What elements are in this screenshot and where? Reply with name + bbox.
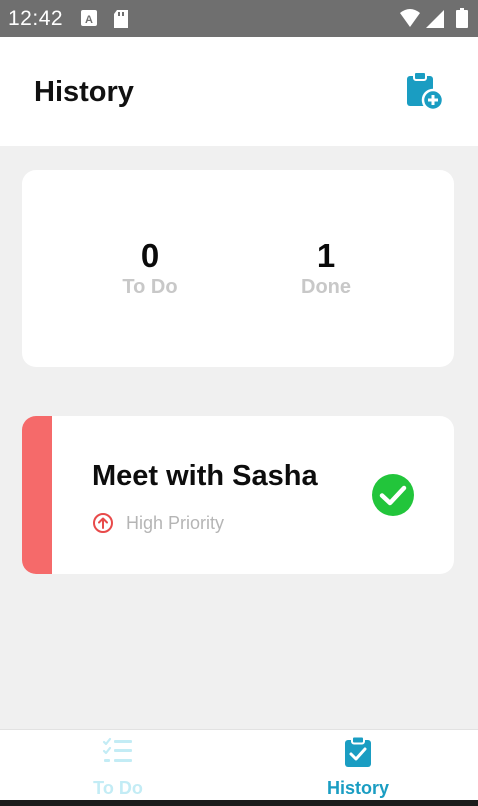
- battery-icon: [456, 8, 468, 28]
- checklist-icon: [102, 737, 132, 762]
- status-time: 12:42: [8, 7, 64, 30]
- nav-label-history: History: [326, 778, 389, 798]
- bottom-navigation: To Do History: [0, 729, 478, 801]
- nav-label-todo: To Do: [93, 778, 143, 798]
- wifi-icon: [400, 9, 420, 27]
- done-stat: 1 Done: [256, 236, 396, 299]
- clipboard-plus-icon: [407, 71, 445, 112]
- clipboard-check-icon: [345, 736, 371, 767]
- app-header: History: [0, 37, 478, 146]
- arrow-up-circle-icon: [93, 513, 113, 533]
- page-title: History: [34, 76, 134, 108]
- system-nav-strip: [0, 800, 478, 806]
- priority-row: High Priority: [92, 511, 224, 535]
- task-card[interactable]: Meet with Sasha High Priority: [22, 416, 454, 574]
- todo-label: To Do: [122, 276, 178, 298]
- keyboard-notification-icon: A: [81, 10, 97, 26]
- summary-card: 0 To Do 1 Done: [22, 170, 454, 367]
- todo-stat: 0 To Do: [80, 236, 220, 299]
- svg-text:A: A: [85, 14, 93, 26]
- check-circle-icon: [372, 474, 414, 516]
- status-bar: 12:42 A: [0, 0, 478, 37]
- done-count: 1: [316, 237, 336, 274]
- task-title: Meet with Sasha: [92, 460, 318, 492]
- priority-label: High Priority: [126, 512, 225, 533]
- nav-tab-history[interactable]: History: [278, 730, 438, 801]
- todo-count: 0: [140, 237, 160, 274]
- done-label: Done: [301, 276, 351, 298]
- done-check-button[interactable]: [371, 473, 415, 517]
- add-task-button[interactable]: [404, 71, 446, 113]
- priority-color-bar: [22, 416, 52, 574]
- sd-card-icon: [114, 10, 128, 28]
- nav-tab-todo[interactable]: To Do: [38, 730, 198, 801]
- signal-icon: [426, 10, 444, 28]
